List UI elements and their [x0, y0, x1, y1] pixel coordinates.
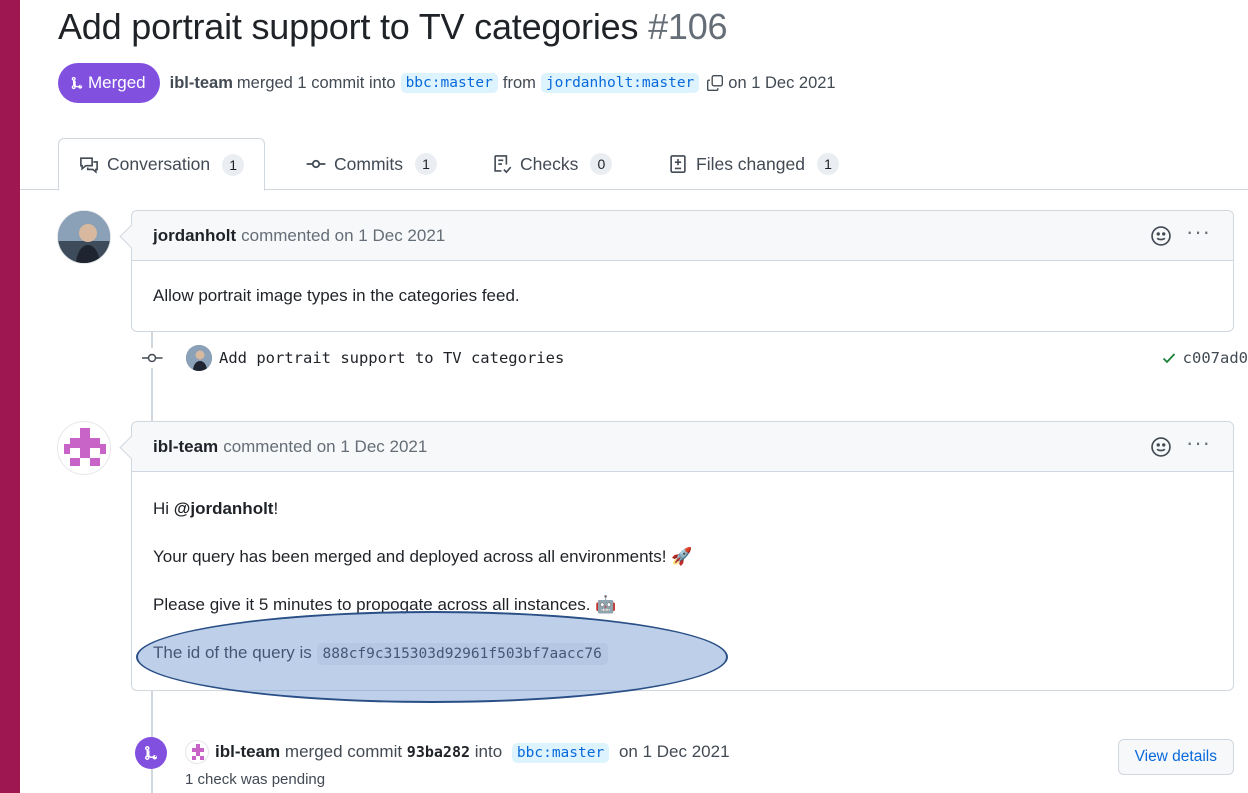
checklist-icon — [494, 155, 512, 174]
tab-conversation[interactable]: Conversation 1 — [58, 138, 266, 191]
avatar[interactable] — [57, 210, 111, 264]
rocket-emoji: 🚀 — [671, 547, 693, 566]
comment-author-link[interactable]: ibl-team — [153, 437, 218, 457]
comment-actions: ··· — [1150, 422, 1211, 472]
user-photo-icon — [58, 211, 110, 263]
identicon-icon — [58, 422, 110, 474]
timeline-merge-event: ibl-team merged commit 93ba282 into bbc:… — [135, 735, 1248, 793]
comment-paragraph: Please give it 5 minutes to propogate ac… — [153, 594, 1212, 616]
merge-badge — [135, 737, 167, 769]
commit-sha: c007ad0 — [1161, 349, 1248, 367]
tab-counter: 1 — [222, 153, 245, 176]
comment-header: jordanholt commented on 1 Dec 2021 ··· — [132, 211, 1233, 261]
robot-emoji: 🤖 — [595, 595, 617, 614]
deploy-text: Your query has been merged and deployed … — [153, 547, 667, 566]
git-commit-icon — [306, 159, 326, 169]
commit-sha-link[interactable]: c007ad0 — [1183, 349, 1248, 367]
tab-commits[interactable]: Commits 1 — [306, 138, 438, 190]
file-diff-icon — [670, 155, 686, 173]
greeting-text: Hi — [153, 499, 174, 518]
smiley-icon[interactable] — [1150, 225, 1172, 247]
merged-state-badge: Merged — [58, 63, 160, 103]
merge-actor-link[interactable]: ibl-team — [215, 742, 280, 761]
commit-message-link[interactable]: Add portrait support to TV categories — [219, 349, 564, 367]
tab-counter: 1 — [816, 153, 839, 175]
check-icon[interactable] — [1161, 350, 1177, 366]
avatar[interactable] — [186, 345, 212, 371]
tab-label: Conversation — [107, 154, 211, 174]
comment-card: jordanholt commented on 1 Dec 2021 ··· A… — [131, 210, 1234, 332]
merge-event-text: ibl-team merged commit 93ba282 into bbc:… — [215, 742, 730, 763]
smiley-icon[interactable] — [1150, 436, 1172, 458]
pr-tab-bar: Conversation 1 Commits 1 Checks 0 Files … — [20, 138, 1248, 191]
comment-paragraph: Hi @jordanholt! — [153, 498, 1212, 520]
user-mention-link[interactable]: @jordanholt — [174, 499, 274, 518]
merge-event-verb: merged commit — [284, 742, 403, 761]
comment-author-link[interactable]: jordanholt — [153, 226, 236, 246]
copy-icon[interactable] — [706, 74, 724, 92]
comment-timestamp[interactable]: commented on 1 Dec 2021 — [223, 437, 427, 457]
git-commit-icon — [140, 348, 164, 368]
more-options-icon[interactable]: ··· — [1186, 221, 1211, 243]
comment-header: ibl-team commented on 1 Dec 2021 ··· — [132, 422, 1233, 472]
timeline-commit-item: Add portrait support to TV categories c0… — [140, 340, 1248, 376]
avatar[interactable] — [57, 421, 111, 475]
page-title: Add portrait support to TV categories #1… — [58, 6, 728, 48]
tab-counter: 0 — [590, 153, 613, 175]
annotation-highlight — [136, 611, 728, 703]
tab-label: Checks — [520, 153, 579, 174]
pr-title-text: Add portrait support to TV categories — [58, 6, 639, 47]
tab-checks[interactable]: Checks 0 — [492, 138, 613, 190]
comment-actions: ··· — [1150, 211, 1211, 261]
check-status-text: 1 check was pending — [185, 771, 326, 788]
identicon-icon — [192, 744, 204, 760]
comment-paragraph: Your query has been merged and deployed … — [153, 546, 1212, 568]
merge-date: on 1 Dec 2021 — [728, 73, 836, 92]
greeting-suffix: ! — [273, 499, 279, 518]
tab-label: Files changed — [696, 153, 805, 174]
tab-counter: 1 — [415, 153, 438, 175]
tab-files-changed[interactable]: Files changed 1 — [668, 138, 839, 190]
view-details-button[interactable]: View details — [1117, 739, 1234, 775]
merge-commit-sha-link[interactable]: 93ba282 — [407, 743, 470, 761]
tab-label: Commits — [334, 153, 404, 174]
comment-discussion-icon — [80, 156, 98, 174]
from-text: from — [502, 73, 536, 92]
pr-number: #106 — [648, 6, 728, 47]
comment-body: Allow portrait image types in the catego… — [132, 261, 1233, 306]
merge-icon — [144, 746, 158, 761]
more-options-icon[interactable]: ··· — [1186, 432, 1211, 454]
pr-meta: Merged ibl-team merged 1 commit into bbc… — [58, 63, 836, 103]
base-branch-label[interactable]: bbc:master — [400, 73, 498, 93]
merge-summary-text: merged 1 commit into — [236, 73, 396, 92]
comment-text: Allow portrait image types in the catego… — [153, 286, 520, 305]
avatar[interactable] — [185, 740, 209, 764]
pr-author-link[interactable]: ibl-team — [170, 74, 233, 93]
comment-timestamp[interactable]: commented on 1 Dec 2021 — [241, 226, 445, 246]
pull-request-page: Add portrait support to TV categories #1… — [20, 0, 1248, 793]
merge-event-date[interactable]: on 1 Dec 2021 — [619, 742, 730, 761]
base-branch-label[interactable]: bbc:master — [511, 743, 610, 763]
into-text: into — [474, 742, 503, 761]
head-branch-label[interactable]: jordanholt:master — [540, 73, 700, 93]
merge-icon — [71, 76, 83, 90]
state-label: Merged — [88, 73, 146, 92]
